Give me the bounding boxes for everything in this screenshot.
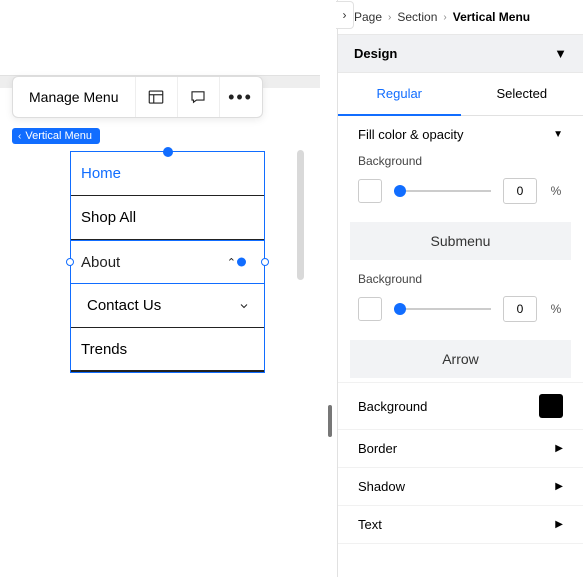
layout-button[interactable] (136, 77, 178, 117)
opacity-slider[interactable] (394, 181, 491, 201)
menu-item-shop-all[interactable]: Shop All (71, 196, 264, 240)
crumb-section[interactable]: Section (397, 10, 437, 24)
layout-icon (147, 88, 165, 106)
resize-handle-right[interactable] (261, 258, 269, 266)
resize-handle-top[interactable] (163, 147, 173, 157)
fill-color-row[interactable]: Fill color & opacity ▼ (338, 116, 583, 146)
state-tabs: Regular Selected (338, 73, 583, 116)
crumb-page[interactable]: Page (354, 10, 382, 24)
text-label: Text (358, 517, 382, 532)
tab-regular[interactable]: Regular (338, 73, 461, 116)
color-swatch[interactable] (358, 179, 382, 203)
submenu-group-header: Submenu (350, 222, 571, 260)
slider-track (394, 190, 491, 192)
submenu-item-contact-us[interactable]: Contact Us (71, 284, 264, 328)
fill-color-label: Fill color & opacity (358, 127, 463, 142)
chevron-right-icon: ▶ (555, 443, 563, 454)
opacity-slider[interactable] (394, 299, 491, 319)
selection-dot[interactable] (237, 258, 246, 267)
submenu-background-label: Background (338, 264, 583, 292)
shadow-label: Shadow (358, 479, 405, 494)
breadcrumb: Page › Section › Vertical Menu (338, 0, 583, 34)
more-actions-button[interactable]: ••• (220, 77, 262, 117)
badge-label: Vertical Menu (25, 130, 92, 142)
editor-canvas: Manage Menu ••• ‹ Vertical Menu Home Sho… (0, 0, 333, 577)
unit-label: % (549, 184, 563, 198)
design-panel: Page › Section › Vertical Menu Design ▼ … (337, 0, 583, 577)
border-label: Border (358, 441, 397, 456)
crumb-current: Vertical Menu (453, 10, 530, 24)
submenu-background-control: % (338, 292, 583, 336)
panel-resize-handle[interactable] (328, 405, 332, 437)
manage-menu-button[interactable]: Manage Menu (13, 77, 136, 117)
opacity-input[interactable] (503, 178, 537, 204)
arrow-background-row[interactable]: Background (338, 382, 583, 430)
color-swatch[interactable] (358, 297, 382, 321)
unit-label: % (549, 302, 563, 316)
caret-down-icon: ▼ (553, 129, 563, 140)
caret-down-icon: ▼ (554, 46, 567, 61)
slider-thumb[interactable] (394, 303, 406, 315)
chevron-right-icon: ▶ (555, 519, 563, 530)
crumb-sep: › (388, 12, 391, 23)
slider-thumb[interactable] (394, 185, 406, 197)
arrow-group-header: Arrow (350, 340, 571, 378)
resize-handle-left[interactable] (66, 258, 74, 266)
border-row[interactable]: Border ▶ (338, 430, 583, 468)
panel-body: Fill color & opacity ▼ Background % Subm… (338, 116, 583, 577)
background-label: Background (338, 146, 583, 174)
arrow-color-swatch[interactable] (539, 394, 563, 418)
vertical-menu-element[interactable]: Home Shop All About ⌃ Contact Us Trends (70, 151, 265, 373)
canvas-header-area (0, 0, 320, 76)
arrow-bg-label: Background (358, 399, 427, 414)
crumb-sep: › (443, 12, 446, 23)
canvas-scrollbar[interactable] (297, 150, 304, 280)
menu-item-about[interactable]: About ⌃ (71, 240, 264, 284)
tab-selected[interactable]: Selected (461, 73, 583, 116)
comment-button[interactable] (178, 77, 220, 117)
opacity-input[interactable] (503, 296, 537, 322)
angle-icon: ⌃ (227, 256, 236, 269)
comment-icon (189, 88, 207, 106)
design-section-header[interactable]: Design ▼ (338, 34, 583, 73)
menu-item-trends[interactable]: Trends (71, 328, 264, 372)
chevron-left-icon: ‹ (18, 131, 21, 142)
text-row[interactable]: Text ▶ (338, 506, 583, 544)
chevron-right-icon: ▶ (555, 481, 563, 492)
background-control: % (338, 174, 583, 218)
element-toolbar: Manage Menu ••• (12, 76, 263, 118)
menu-item-label: About (81, 254, 120, 271)
panel-collapse-toggle[interactable]: › (336, 1, 354, 29)
element-badge[interactable]: ‹ Vertical Menu (12, 128, 100, 144)
menu-item-home[interactable]: Home (71, 152, 264, 196)
shadow-row[interactable]: Shadow ▶ (338, 468, 583, 506)
submenu-label: Contact Us (87, 297, 161, 314)
section-title: Design (354, 46, 397, 61)
chevron-down-icon (238, 300, 250, 312)
chevron-right-icon: › (343, 8, 347, 22)
slider-track (394, 308, 491, 310)
more-icon: ••• (228, 87, 253, 108)
